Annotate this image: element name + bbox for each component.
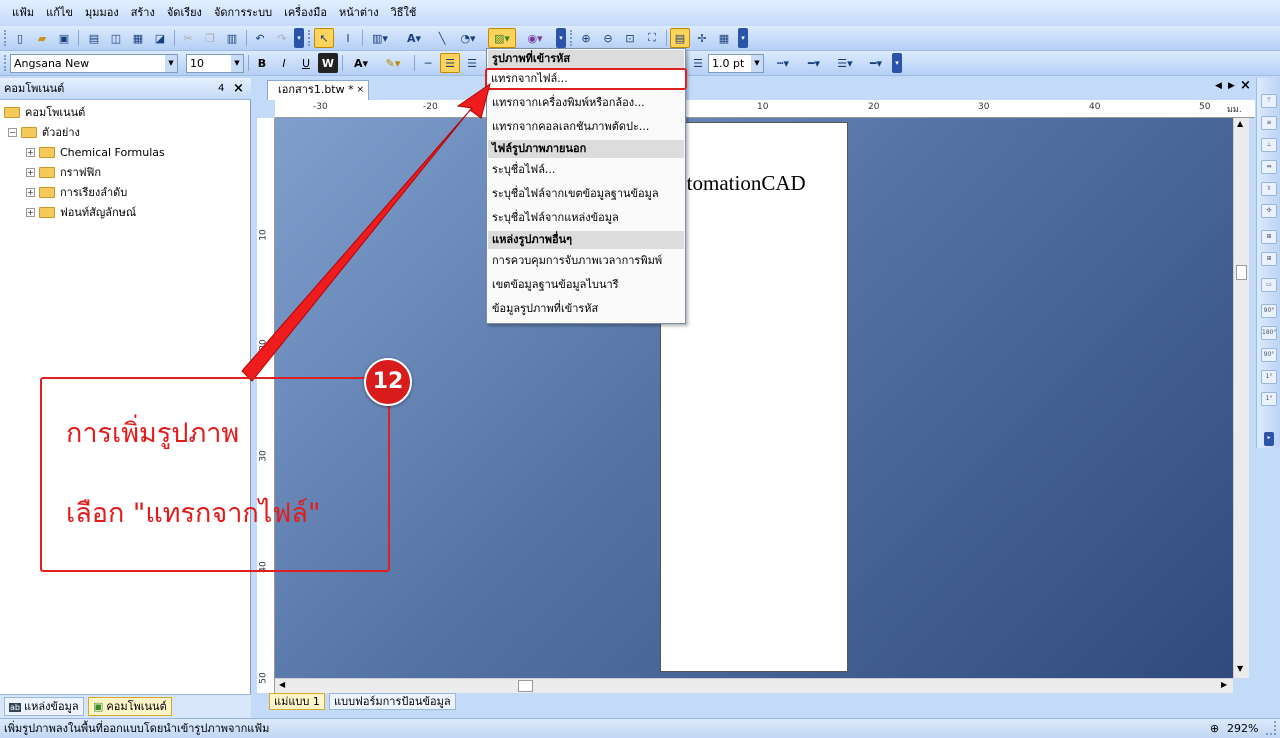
annotation-line-1: การเพิ่มรูปภาพ (66, 418, 240, 449)
step-number-badge: 12 (364, 358, 412, 406)
annotation-callout-box: การเพิ่มรูปภาพ เลือก "แทรกจากไฟล์" (40, 377, 390, 572)
annotation-line-2: เลือก "แทรกจากไฟล์" (66, 498, 321, 529)
annotation-arrow (241, 82, 491, 382)
arrow-shape (241, 82, 491, 382)
